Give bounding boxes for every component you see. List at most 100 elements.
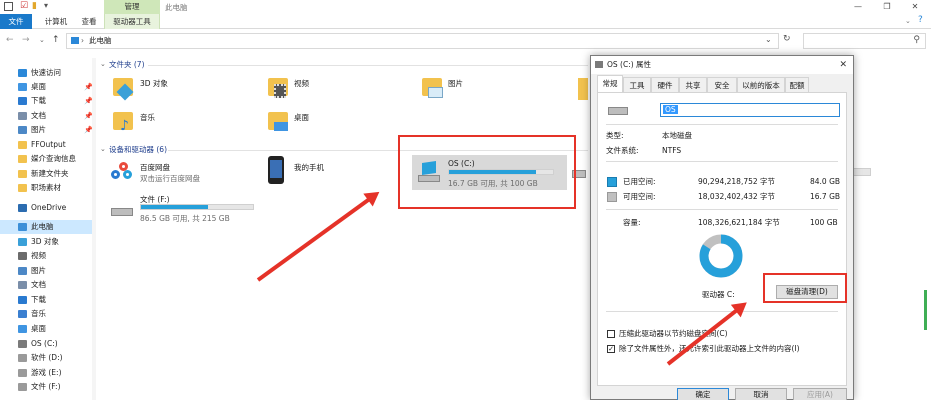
this-pc-icon: [71, 37, 79, 44]
drive-name-input[interactable]: OS: [660, 103, 840, 117]
folders-collapse-icon[interactable]: ⌄: [100, 60, 106, 68]
nav-item[interactable]: 音乐: [0, 307, 96, 321]
nav-item-icon: [18, 170, 27, 178]
nav-item-label: 图片: [31, 266, 46, 275]
address-path: 此电脑: [89, 36, 112, 45]
nav-item[interactable]: OneDrive: [0, 201, 96, 215]
nav-item[interactable]: 快速访问: [0, 66, 96, 80]
dialog-close-icon[interactable]: ✕: [839, 56, 847, 74]
nav-item[interactable]: 桌面: [0, 322, 96, 336]
nav-item-label: 文档: [31, 280, 46, 289]
fs-label: 文件系统:: [606, 146, 639, 155]
forward-icon[interactable]: →: [22, 35, 30, 45]
capacity-bytes: 108,326,621,184 字节: [698, 218, 780, 227]
nav-item[interactable]: 此电脑: [0, 220, 96, 234]
dialog-title: OS (C:) 属性: [607, 60, 652, 69]
dialog-tab[interactable]: 以前的版本: [737, 77, 785, 92]
nav-item[interactable]: 新建文件夹: [0, 167, 96, 181]
highlight-box-cleanup: [763, 273, 847, 303]
ok-button[interactable]: 确定: [677, 388, 729, 400]
drive-icon: [608, 107, 628, 115]
nav-item-icon: [18, 155, 27, 163]
recent-dropdown-icon[interactable]: ⌄: [39, 36, 45, 44]
compress-checkbox[interactable]: [607, 330, 615, 338]
drive-name-value: OS: [663, 105, 678, 114]
general-tab-panel: OS 类型: 本地磁盘 文件系统: NTFS 已用空间: 90,294,218,…: [597, 92, 847, 386]
devices-group-header[interactable]: 设备和驱动器 (6): [109, 144, 167, 155]
nav-item[interactable]: 游戏 (E:): [0, 366, 96, 380]
index-checkbox[interactable]: ✓: [607, 345, 615, 353]
close-icon[interactable]: ✕: [900, 0, 930, 14]
nav-item[interactable]: 图片: [0, 264, 96, 278]
nav-item-label: 新建文件夹: [31, 169, 69, 178]
music-note-icon: ♪: [120, 118, 129, 134]
nav-item-label: FFOutput: [31, 140, 66, 149]
up-icon[interactable]: ↑: [52, 35, 60, 45]
refresh-icon[interactable]: ↻: [783, 34, 791, 44]
folders-group-header[interactable]: 文件夹 (7): [109, 59, 145, 70]
nav-item[interactable]: 媒介查询信息: [0, 152, 96, 166]
highlight-box-drive-c: [398, 135, 576, 209]
nav-item[interactable]: 3D 对象: [0, 235, 96, 249]
nav-item[interactable]: 下载: [0, 293, 96, 307]
address-bar[interactable]: › 此电脑: [66, 33, 779, 49]
nav-item[interactable]: 文件 (F:): [0, 380, 96, 394]
nav-item-icon: [18, 204, 27, 212]
nav-item[interactable]: 桌面 📌: [0, 80, 96, 94]
window-title: 此电脑: [165, 3, 188, 12]
tab-view[interactable]: 查看: [76, 14, 102, 29]
nav-item-icon: [18, 310, 27, 318]
separator: [606, 161, 838, 162]
dialog-tab[interactable]: 共享: [679, 77, 707, 92]
dialog-tab[interactable]: 配额: [785, 77, 809, 92]
tab-computer[interactable]: 计算机: [38, 14, 74, 29]
cancel-button[interactable]: 取消: [735, 388, 787, 400]
maximize-icon[interactable]: ❐: [872, 0, 902, 14]
nav-item[interactable]: 软件 (D:): [0, 351, 96, 365]
dialog-tab[interactable]: 硬件: [651, 77, 679, 92]
help-icon[interactable]: ?: [918, 15, 923, 25]
nav-item[interactable]: 职场素材: [0, 181, 96, 195]
nav-item[interactable]: OS (C:): [0, 337, 96, 351]
nav-item-icon: [18, 97, 27, 105]
dialog-tab[interactable]: 安全: [707, 77, 737, 92]
annotation-arrow: [256, 196, 373, 282]
green-side-indicator: [924, 290, 927, 330]
nav-item[interactable]: 视频: [0, 249, 96, 263]
folder-label: 图片: [448, 79, 463, 88]
nav-item[interactable]: 文档 📌: [0, 109, 96, 123]
capacity-label: 容量:: [623, 218, 641, 227]
nav-item[interactable]: FFOutput: [0, 138, 96, 152]
drive-letter-label: 驱动器 C:: [702, 290, 735, 299]
nav-item-icon: [18, 238, 27, 246]
checkbox-icon[interactable]: ☑: [20, 1, 28, 11]
device-subtitle: 双击运行百度网盘: [140, 174, 200, 183]
minimize-icon[interactable]: —: [843, 0, 873, 14]
qat-dropdown-icon[interactable]: ▾: [44, 1, 48, 10]
folder-icon[interactable]: ▮: [32, 1, 37, 11]
used-color-swatch: [607, 177, 617, 187]
apply-button[interactable]: 应用(A): [793, 388, 847, 400]
drive-free-text: 86.5 GB 可用, 共 215 GB: [140, 214, 230, 223]
nav-item-icon: [18, 112, 27, 120]
nav-item[interactable]: 文档: [0, 278, 96, 292]
address-dropdown-icon[interactable]: ⌄: [765, 35, 772, 44]
folder-label: 3D 对象: [140, 79, 168, 88]
nav-item[interactable]: 图片 📌: [0, 123, 96, 137]
nav-scrollbar[interactable]: [92, 58, 96, 400]
back-icon[interactable]: ←: [6, 35, 14, 45]
drive-e-usage-bar-partial: [853, 168, 871, 176]
properties-dialog: OS (C:) 属性 ✕ 常规 工具 硬件 共享 安全 以前的版本 配额 OS 类型: 本地…: [590, 55, 854, 400]
dialog-tab[interactable]: 常规: [597, 75, 623, 92]
folder-documents-partial[interactable]: [578, 78, 588, 100]
tab-file[interactable]: 文件: [0, 14, 32, 29]
search-input[interactable]: ⚲: [803, 33, 926, 49]
devices-collapse-icon[interactable]: ⌄: [100, 145, 106, 153]
dialog-tab[interactable]: 工具: [623, 77, 651, 92]
tab-drive-tools[interactable]: 驱动器工具: [104, 14, 160, 29]
ribbon-expand-icon[interactable]: ⌄: [905, 17, 911, 25]
nav-item[interactable]: 下载 📌: [0, 94, 96, 108]
device-label: 百度网盘: [140, 163, 170, 172]
nav-item-icon: [18, 325, 27, 333]
desktop-icon: [274, 122, 288, 131]
